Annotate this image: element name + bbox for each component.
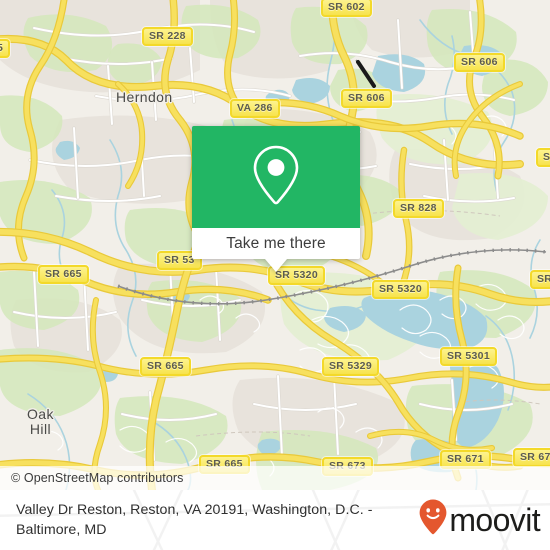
road-shield: SR 602	[321, 0, 372, 17]
take-me-there-label: Take me there	[226, 234, 326, 252]
location-title: Valley Dr Reston, Reston, VA 20191, Wash…	[16, 502, 373, 538]
road-shield: SR 5320	[372, 280, 429, 299]
moovit-wordmark: moovit	[449, 502, 540, 538]
popup-tail	[265, 259, 287, 272]
place-label: Herndon	[116, 89, 173, 105]
take-me-there-button[interactable]: Take me there	[192, 228, 360, 259]
location-popup[interactable]: Take me there	[192, 126, 360, 272]
map-attribution: © OpenStreetMap contributors	[0, 466, 550, 490]
road-shield: SR 606	[341, 89, 392, 108]
road-shield: SR 665	[38, 265, 89, 284]
road-shield: SR 828	[393, 199, 444, 218]
road-shield: SR 228	[142, 27, 193, 46]
footer-bar: Valley Dr Reston, Reston, VA 20191, Wash…	[0, 490, 550, 550]
road-shield: VA 286	[230, 99, 280, 118]
map-pin-outline-icon	[249, 143, 303, 212]
moovit-smiley-pin-icon	[418, 498, 448, 543]
map-viewport[interactable]: .land{fill:#f2efe9} .green{fill:#d4e7bb;…	[0, 0, 550, 490]
road-shield: 5	[0, 39, 11, 58]
road-shield: SR 5329	[322, 357, 379, 376]
moovit-logo: moovit	[418, 498, 544, 543]
road-shield: SR 5	[530, 270, 550, 289]
attribution-text: © OpenStreetMap contributors	[11, 471, 184, 485]
popup-header	[192, 126, 360, 228]
road-shield: SR 665	[140, 357, 191, 376]
road-shield: SR 673	[513, 448, 550, 467]
map-screen: .land{fill:#f2efe9} .green{fill:#d4e7bb;…	[0, 0, 550, 550]
place-label: Oak Hill	[27, 406, 54, 437]
road-shield: SR 5301	[440, 347, 497, 366]
road-shield: SR 6	[536, 148, 550, 167]
road-shield: SR 606	[454, 53, 505, 72]
